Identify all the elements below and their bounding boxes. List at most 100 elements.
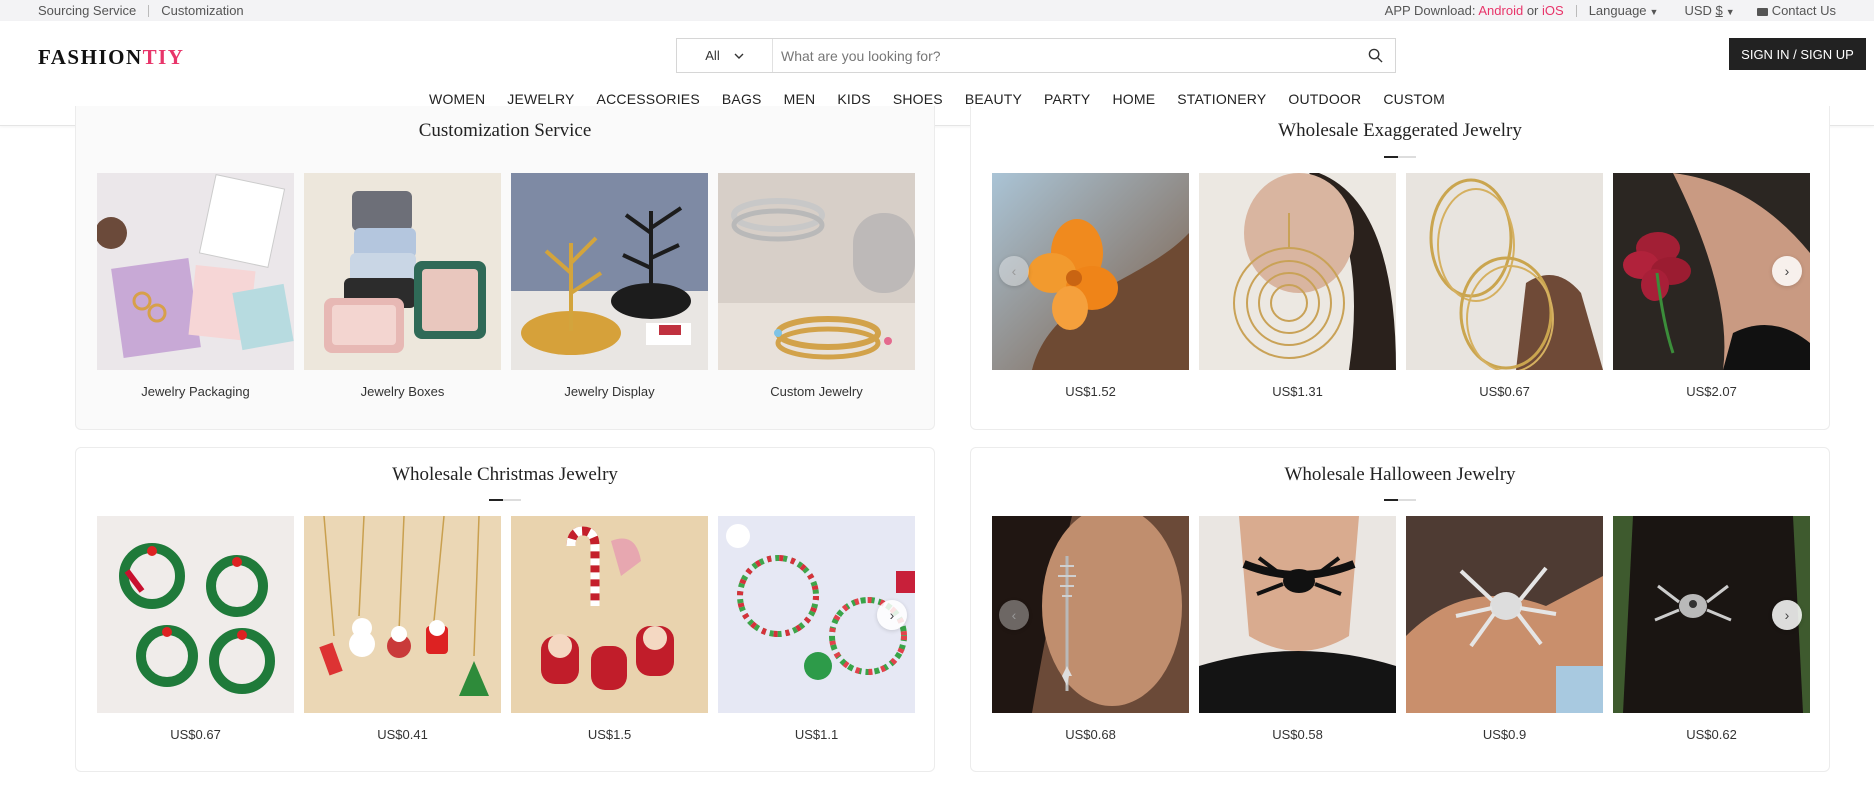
product-label: Jewelry Packaging <box>141 384 250 399</box>
section-title[interactable]: Wholesale Exaggerated Jewelry <box>971 120 1829 142</box>
carousel-next-button[interactable]: › <box>1772 600 1802 630</box>
christmas-jewelry-panel: Wholesale Christmas Jewelry › US$0.67 US… <box>75 447 935 772</box>
product-price: US$0.62 <box>1686 727 1737 742</box>
product-card[interactable]: US$0.67 <box>1406 173 1603 399</box>
nav-men[interactable]: MEN <box>773 91 827 107</box>
carousel-prev-button[interactable]: ‹ <box>999 600 1029 630</box>
app-download-label: APP Download: <box>1384 3 1476 18</box>
product-price: US$2.07 <box>1686 384 1737 399</box>
topbar-right: APP Download: Android or iOS Language ▼ U… <box>1385 3 1836 18</box>
product-card[interactable]: Jewelry Boxes <box>304 173 501 399</box>
customization-panel: Customization Service Jewelry Packaging <box>75 106 935 430</box>
topbar-left: Sourcing Service Customization <box>38 3 244 18</box>
product-card[interactable]: US$2.07 <box>1613 173 1810 399</box>
product-price: US$1.1 <box>794 727 839 742</box>
divider <box>148 4 150 17</box>
sign-in-button[interactable]: SIGN IN / SIGN UP <box>1729 38 1866 70</box>
nav-custom[interactable]: CUSTOM <box>1372 91 1456 107</box>
product-price: US$1.52 <box>1065 384 1116 399</box>
search-button[interactable] <box>1355 39 1395 72</box>
product-card[interactable]: US$0.58 <box>1199 516 1396 742</box>
contact-us-label: Contact Us <box>1771 3 1836 18</box>
logo-text-accent: TIY <box>142 45 185 69</box>
product-image <box>1406 173 1603 370</box>
product-label: Jewelry Boxes <box>360 384 445 399</box>
jewelry-packaging-image <box>97 173 294 370</box>
search-category-value: All <box>705 48 720 63</box>
search-input[interactable] <box>773 47 1355 64</box>
product-card[interactable]: Jewelry Display <box>511 173 708 399</box>
ios-link[interactable]: iOS <box>1542 3 1564 18</box>
product-card[interactable]: US$0.9 <box>1406 516 1603 742</box>
product-card[interactable]: US$0.41 <box>304 516 501 742</box>
nav-women[interactable]: WOMEN <box>418 91 496 107</box>
product-price: US$0.68 <box>1065 727 1116 742</box>
or-text: or <box>1526 3 1539 18</box>
halloween-jewelry-panel: Wholesale Halloween Jewelry ‹ › US$0.68 <box>970 447 1830 772</box>
product-card[interactable]: US$0.68 <box>992 516 1189 742</box>
product-price: US$0.41 <box>377 727 428 742</box>
product-image <box>1199 516 1396 713</box>
language-selector[interactable]: Language ▼ <box>1589 3 1659 18</box>
product-card[interactable]: US$0.67 <box>97 516 294 742</box>
section-title-underline <box>1384 499 1416 501</box>
section-title[interactable]: Wholesale Halloween Jewelry <box>971 464 1829 486</box>
customization-link[interactable]: Customization <box>161 3 243 18</box>
carousel-next-button[interactable]: › <box>1772 256 1802 286</box>
chevron-down-icon: ▼ <box>1649 7 1659 17</box>
product-card[interactable]: Jewelry Packaging <box>97 173 294 399</box>
site-logo[interactable]: FASHIONTIY <box>38 45 184 70</box>
top-utility-bar: Sourcing Service Customization APP Downl… <box>0 0 1874 21</box>
nav-jewelry[interactable]: JEWELRY <box>496 91 585 107</box>
nav-kids[interactable]: KIDS <box>826 91 881 107</box>
product-image <box>304 516 501 713</box>
nav-beauty[interactable]: BEAUTY <box>954 91 1033 107</box>
section-title-underline <box>1384 156 1416 158</box>
main-nav: WOMEN JEWELRY ACCESSORIES BAGS MEN KIDS … <box>0 91 1874 107</box>
product-price: US$0.67 <box>1479 384 1530 399</box>
product-card[interactable]: US$1.1 <box>718 516 915 742</box>
product-card[interactable]: Custom Jewelry <box>718 173 915 399</box>
nav-bags[interactable]: BAGS <box>711 91 773 107</box>
nav-party[interactable]: PARTY <box>1033 91 1101 107</box>
sourcing-service-link[interactable]: Sourcing Service <box>38 3 136 18</box>
product-card[interactable]: US$1.5 <box>511 516 708 742</box>
nav-stationery[interactable]: STATIONERY <box>1166 91 1277 107</box>
section-title-underline <box>489 499 521 501</box>
contact-us-link[interactable]: Contact Us <box>1756 3 1836 18</box>
nav-accessories[interactable]: ACCESSORIES <box>586 91 711 107</box>
app-download-group: APP Download: Android or iOS <box>1385 3 1564 18</box>
product-image <box>511 516 708 713</box>
exaggerated-jewelry-panel: Wholesale Exaggerated Jewelry ‹ › US$1.5… <box>970 106 1830 430</box>
nav-home[interactable]: HOME <box>1101 91 1166 107</box>
nav-outdoor[interactable]: OUTDOOR <box>1277 91 1372 107</box>
search-bar: All <box>676 38 1396 73</box>
product-card[interactable]: US$0.62 <box>1613 516 1810 742</box>
product-card[interactable]: US$1.52 <box>992 173 1189 399</box>
android-link[interactable]: Android <box>1478 3 1523 18</box>
product-card[interactable]: US$1.31 <box>1199 173 1396 399</box>
product-price: US$0.9 <box>1482 727 1527 742</box>
jewelry-boxes-image <box>304 173 501 370</box>
search-category-dropdown[interactable]: All <box>677 39 773 72</box>
section-title[interactable]: Wholesale Christmas Jewelry <box>76 464 934 486</box>
carousel-prev-button[interactable]: ‹ <box>999 256 1029 286</box>
nav-shoes[interactable]: SHOES <box>882 91 954 107</box>
chevron-down-icon <box>734 53 744 59</box>
carousel-next-button[interactable]: › <box>877 600 907 630</box>
product-image <box>1199 173 1396 370</box>
product-price: US$1.31 <box>1272 384 1323 399</box>
product-price: US$0.67 <box>170 727 221 742</box>
mail-icon <box>1756 7 1768 16</box>
jewelry-display-image <box>511 173 708 370</box>
chevron-down-icon: ▼ <box>1725 7 1735 17</box>
currency-code: USD <box>1684 3 1712 18</box>
custom-jewelry-image <box>718 173 915 370</box>
currency-selector[interactable]: USD $ ▼ <box>1684 3 1734 18</box>
language-label: Language <box>1588 3 1647 18</box>
product-label: Jewelry Display <box>564 384 655 399</box>
logo-text-main: FASHION <box>38 45 143 69</box>
search-icon <box>1368 48 1383 63</box>
product-image <box>97 516 294 713</box>
section-title[interactable]: Customization Service <box>76 120 934 142</box>
